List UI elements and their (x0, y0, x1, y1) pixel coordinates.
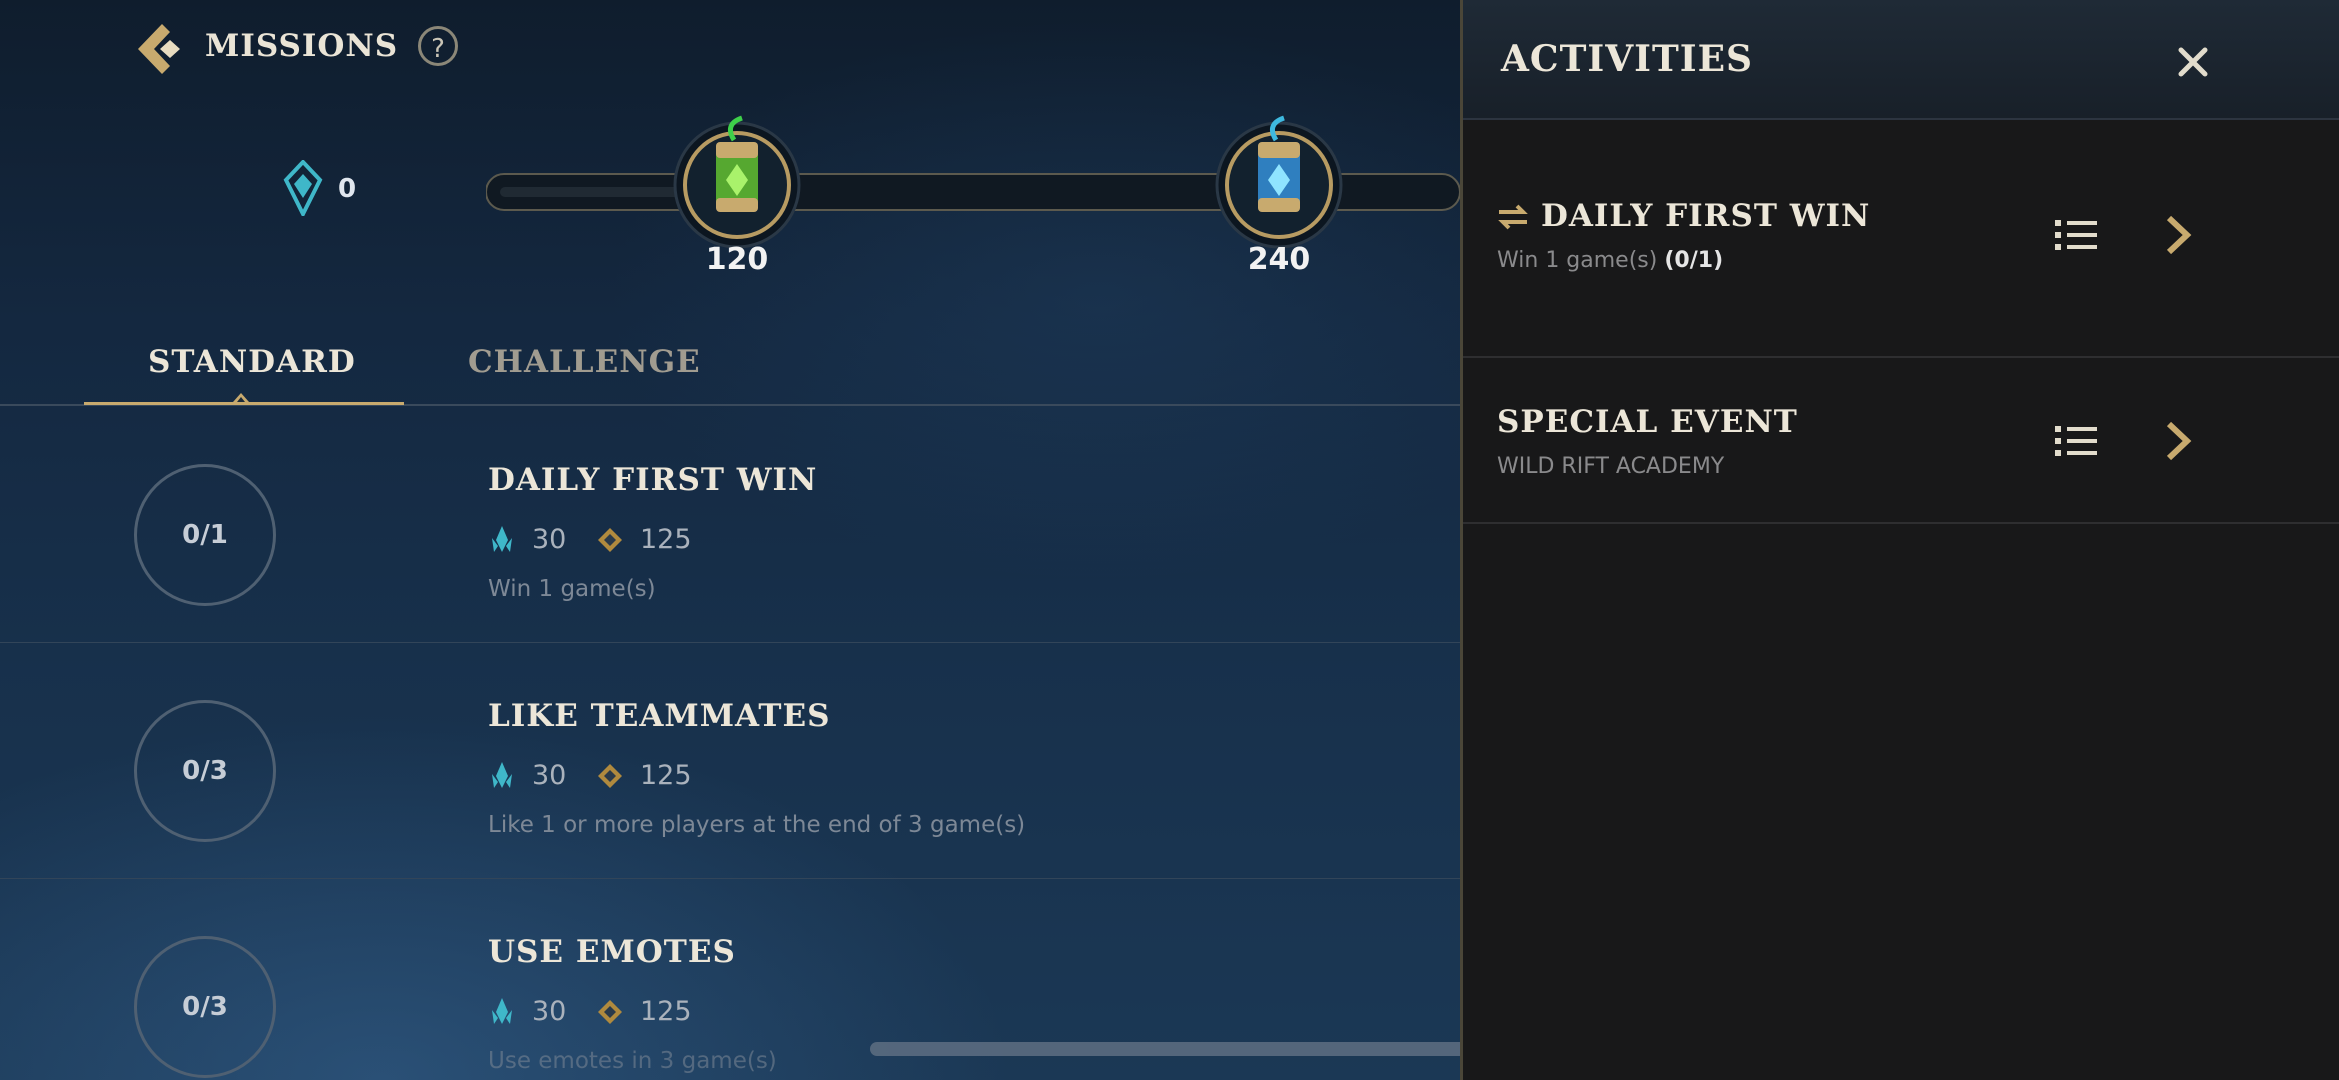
mission-progress-ring: 0/3 (134, 700, 276, 842)
reward-points-value: 125 (640, 760, 692, 791)
reward-points-value: 125 (640, 524, 692, 555)
blue-essence-icon (492, 526, 512, 552)
mission-description: Use emotes in 3 game(s) (488, 1048, 777, 1074)
gold-rank-icon (598, 528, 622, 552)
chevron-right-icon[interactable] (2163, 214, 2193, 256)
mission-description: Win 1 game(s) (488, 576, 656, 602)
home-indicator[interactable] (870, 1042, 1460, 1056)
green-chest-icon[interactable] (672, 110, 802, 250)
panel-header: ACTIVITIES (1463, 0, 2339, 120)
tab-challenge[interactable]: CHALLENGE (468, 344, 701, 380)
mission-progress-ring: 0/3 (134, 936, 276, 1078)
reward-threshold-value: 120 (705, 242, 769, 277)
activity-subtitle: WILD RIFT ACADEMY (1497, 454, 1725, 479)
activity-title: DAILY FIRST WIN (1541, 198, 1871, 234)
activity-row[interactable]: SPECIAL EVENT WILD RIFT ACADEMY (1463, 358, 2339, 524)
gold-rank-icon (598, 764, 622, 788)
activity-row[interactable]: DAILY FIRST WIN Win 1 game(s) (0/1) (1463, 122, 2339, 358)
mission-description: Like 1 or more players at the end of 3 g… (488, 812, 1026, 838)
reward-essence-value: 30 (532, 760, 567, 791)
mission-row[interactable]: 0/1 DAILY FIRST WIN 30 125 Win 1 game(s) (0, 406, 1460, 643)
list-icon[interactable] (2055, 424, 2099, 458)
wild-core-icon (283, 160, 323, 216)
mission-title: USE EMOTES (488, 934, 736, 970)
mission-title: DAILY FIRST WIN (488, 462, 818, 498)
mission-title: LIKE TEAMMATES (488, 698, 831, 734)
mission-row[interactable]: 0/3 LIKE TEAMMATES 30 125 Like 1 or more… (0, 642, 1460, 879)
blue-essence-icon (492, 998, 512, 1024)
list-icon[interactable] (2055, 218, 2099, 252)
activity-title: SPECIAL EVENT (1497, 404, 1798, 440)
panel-title: ACTIVITIES (1501, 38, 1754, 80)
reward-essence-value: 30 (532, 524, 567, 555)
reward-points-value: 125 (640, 996, 692, 1027)
blue-chest-icon[interactable] (1214, 110, 1344, 250)
gold-rank-icon (598, 1000, 622, 1024)
tab-standard[interactable]: STANDARD (148, 344, 356, 380)
chevron-right-icon[interactable] (2163, 420, 2193, 462)
activity-description: Win 1 game(s) (1497, 248, 1658, 273)
reward-essence-value: 30 (532, 996, 567, 1027)
activity-progress: (0/1) (1664, 248, 1724, 273)
activities-panel: ACTIVITIES DAILY FIRST WIN Win 1 game(s)… (1460, 0, 2339, 1080)
mission-progress-ring: 0/1 (134, 464, 276, 606)
back-chevron-icon[interactable] (132, 20, 190, 78)
help-button[interactable]: ? (418, 26, 458, 66)
missions-screen: MISSIONS ? 0 120 240 STANDARD CHALLENGE (0, 0, 1460, 1080)
page-title: MISSIONS (205, 28, 399, 64)
reward-threshold-value: 240 (1247, 242, 1311, 277)
activity-subtitle: Win 1 game(s) (0/1) (1497, 248, 1723, 273)
swap-arrows-icon (1498, 204, 1528, 230)
close-icon[interactable] (2173, 42, 2213, 82)
blue-essence-icon (492, 762, 512, 788)
currency-value: 0 (338, 174, 357, 204)
